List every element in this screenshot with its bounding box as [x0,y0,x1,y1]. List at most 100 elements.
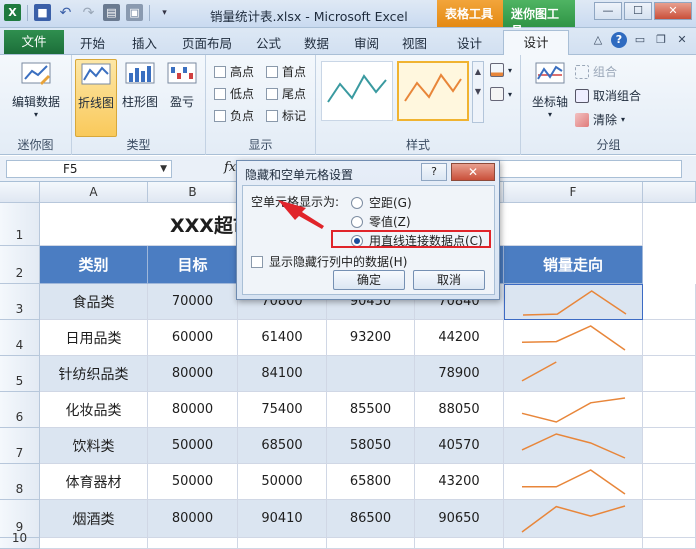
tab-formulas[interactable]: 公式 [256,33,281,52]
cell-empty[interactable] [238,538,327,549]
cell-category[interactable]: 饮料类 [40,428,148,464]
row-header[interactable]: 8 [0,464,40,500]
cell-target[interactable]: 50000 [148,428,238,464]
dialog-close-button[interactable]: ✕ [451,163,495,181]
cell-c[interactable]: 84100 [238,356,327,392]
style-option-orange-selected[interactable] [397,61,469,121]
cell-empty[interactable] [643,428,696,464]
cell-d[interactable]: 85500 [327,392,415,428]
sparkline-cell[interactable] [504,428,643,464]
checkbox-box[interactable] [266,87,278,100]
cell-empty[interactable] [40,538,148,549]
select-all-corner[interactable] [0,182,40,203]
cell-empty[interactable] [327,538,415,549]
tab-file[interactable]: 文件 [4,30,64,54]
tab-review[interactable]: 审阅 [354,33,379,52]
cell-d[interactable]: 58050 [327,428,415,464]
sparkline-cell[interactable] [504,284,643,320]
restore-window-icon[interactable]: ▭ [632,32,648,48]
row-header[interactable]: 5 [0,356,40,392]
close-button[interactable]: ✕ [654,2,692,20]
column-header-a[interactable]: A [40,182,148,203]
style-option-teal[interactable] [321,61,393,121]
marker-color-button[interactable]: ▾ [490,87,512,101]
tab-page-layout[interactable]: 页面布局 [182,33,232,52]
cell-e[interactable]: 88050 [415,392,504,428]
tab-insert[interactable]: 插入 [132,33,157,52]
cell-empty[interactable] [643,392,696,428]
save-icon[interactable]: ■ [34,4,51,21]
cell-empty[interactable] [643,320,696,356]
checkbox-box[interactable] [214,87,226,100]
close-workbook-icon[interactable]: ✕ [674,32,690,48]
last-point-checkbox[interactable]: 尾点 [266,85,306,102]
cell-empty[interactable] [643,500,696,538]
print-icon[interactable]: ▤ [103,4,120,21]
row-header[interactable]: 6 [0,392,40,428]
scroll-up-icon[interactable]: ▲ [473,62,483,82]
winloss-sparkline-button[interactable]: 盈亏 [162,59,202,110]
sparkline-cell[interactable] [504,464,643,500]
cell-e[interactable]: 78900 [415,356,504,392]
option-zero[interactable]: 零值(Z) [351,213,411,230]
cell-d[interactable]: 93200 [327,320,415,356]
cell-category[interactable]: 针纺织品类 [40,356,148,392]
cell-target[interactable]: 80000 [148,392,238,428]
cell-category[interactable]: 体育器材 [40,464,148,500]
row-header[interactable]: 2 [0,246,40,284]
header-target[interactable]: 目标 [148,246,238,284]
column-header-f[interactable]: F [504,182,643,203]
sparkline-color-button[interactable]: ▾ [490,63,512,77]
dialog-help-button[interactable]: ? [421,163,447,181]
minimize-button[interactable]: — [594,2,622,20]
cell-empty[interactable] [643,284,696,320]
checkbox-box[interactable] [214,65,226,78]
axis-button[interactable]: 坐标轴 ▾ [529,59,571,119]
row-header[interactable]: 7 [0,428,40,464]
cell-category[interactable]: 烟酒类 [40,500,148,538]
column-sparkline-button[interactable]: 柱形图 [119,59,161,110]
line-sparkline-button[interactable]: 折线图 [75,59,117,137]
first-point-checkbox[interactable]: 首点 [266,63,306,80]
sparkline-cell[interactable] [504,500,643,538]
low-point-checkbox[interactable]: 低点 [214,85,254,102]
tab-table-design[interactable]: 设计 [457,33,482,52]
print-preview-icon[interactable]: ▣ [126,4,143,21]
name-box[interactable]: F5 ▼ [6,160,172,178]
cell-e[interactable]: 90650 [415,500,504,538]
cell-target[interactable]: 80000 [148,500,238,538]
cell-c[interactable]: 75400 [238,392,327,428]
cell-target[interactable]: 80000 [148,356,238,392]
clear-button[interactable]: 清除 ▾ [575,111,625,128]
cell-category[interactable]: 日用品类 [40,320,148,356]
cell-category[interactable]: 食品类 [40,284,148,320]
column-header-g[interactable] [643,182,696,203]
redo-icon[interactable]: ↷ [80,4,97,21]
collapse-ribbon-icon[interactable]: △ [590,32,606,48]
checkbox-box[interactable] [266,109,278,122]
dropdown-arrow-icon[interactable]: ▼ [160,161,167,177]
undo-icon[interactable]: ↶ [57,4,74,21]
cell-empty[interactable] [643,356,696,392]
sparkline-cell[interactable] [504,392,643,428]
cell-category[interactable]: 化妆品类 [40,392,148,428]
cell-c[interactable]: 61400 [238,320,327,356]
cell-empty[interactable] [643,538,696,549]
cell-empty[interactable] [643,464,696,500]
cell-d[interactable] [327,356,415,392]
cell-c[interactable]: 90410 [238,500,327,538]
checkbox-box[interactable] [266,65,278,78]
restore-down-icon[interactable]: ❐ [653,32,669,48]
cell-e[interactable]: 43200 [415,464,504,500]
cell-d[interactable]: 65800 [327,464,415,500]
customize-qat-icon[interactable]: ▾ [156,4,173,21]
cell-target[interactable]: 50000 [148,464,238,500]
cell-c[interactable]: 68500 [238,428,327,464]
row-header[interactable]: 4 [0,320,40,356]
radio-button[interactable] [351,196,363,209]
tab-view[interactable]: 视图 [402,33,427,52]
sparkline-cell[interactable] [504,356,643,392]
help-icon[interactable]: ? [611,32,627,48]
show-hidden-data-checkbox[interactable]: 显示隐藏行列中的数据(H) [251,253,407,270]
maximize-button[interactable]: ☐ [624,2,652,20]
